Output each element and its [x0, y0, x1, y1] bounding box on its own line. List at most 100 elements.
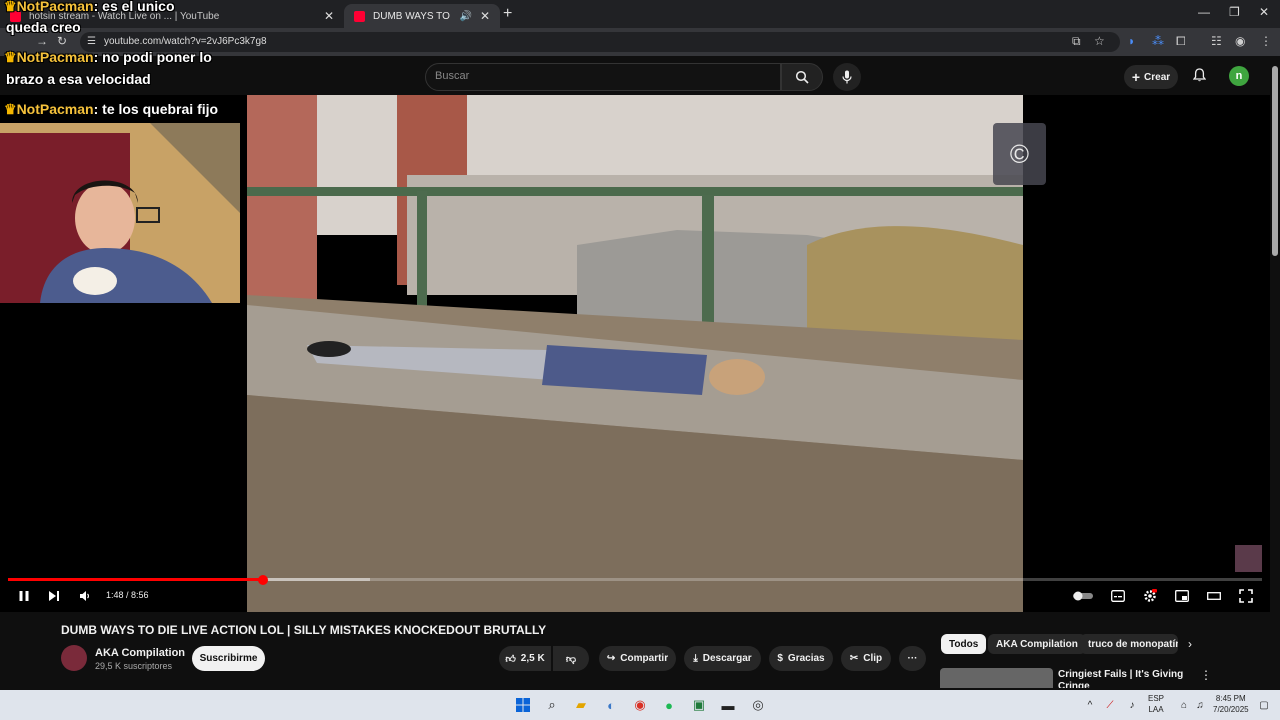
progress-scrubber-handle[interactable] — [257, 575, 268, 585]
crown-icon: ♛ — [4, 101, 17, 117]
edge-icon[interactable]: ◐ — [601, 695, 621, 715]
chat-message: ♛NotPacman: no podi poner lo — [4, 49, 212, 65]
chrome-icon[interactable]: ◉ — [630, 695, 650, 715]
volume-tray-icon[interactable]: ♫ — [1190, 695, 1210, 715]
tray-overflow-icon[interactable]: ^ — [1080, 695, 1100, 715]
subscriber-count: 29,5 K suscriptores — [95, 661, 173, 671]
tray-mic-icon[interactable]: ♪ — [1122, 695, 1142, 715]
time-display: 1:48 / 8:56 — [106, 590, 149, 600]
browser-menu-icon[interactable]: ⋮ — [1260, 34, 1272, 48]
crown-icon: ♛ — [4, 49, 17, 65]
tab-title: DUMB WAYS TO DIE LIVE A — [373, 10, 453, 22]
excel-icon[interactable]: ▣ — [689, 695, 709, 715]
subscribe-button[interactable]: Suscribirme — [192, 646, 265, 671]
windows-start-icon[interactable] — [513, 695, 533, 715]
crown-icon: ♛ — [4, 0, 17, 14]
reload-icon[interactable]: ↻ — [57, 34, 67, 48]
extension-icon[interactable]: ◗ — [1128, 34, 1135, 48]
channel-avatar[interactable] — [61, 645, 87, 671]
share-button[interactable]: ↪ Compartir — [599, 646, 676, 671]
bookmark-star-icon[interactable]: ☆ — [1094, 34, 1105, 48]
recommendation-thumbnail[interactable] — [940, 668, 1053, 688]
scissors-icon: ✂ — [849, 653, 859, 664]
dislike-button[interactable]: 👎︎ — [553, 646, 589, 671]
chat-message: ♛NotPacman: te los quebrai fijo — [4, 101, 219, 117]
thumbs-up-icon: 👍︎ — [505, 653, 516, 665]
chat-message-continued: queda creo — [6, 19, 81, 35]
profile-icon[interactable]: ◉ — [1235, 34, 1245, 48]
spotify-icon[interactable]: ● — [659, 695, 679, 715]
new-tab-icon[interactable]: + — [503, 5, 512, 23]
tab-video[interactable]: DUMB WAYS TO DIE LIVE A 🔊 ✕ — [344, 4, 500, 28]
video-scene-image — [247, 95, 1023, 612]
cast-icon[interactable]: ⧉ — [1072, 34, 1081, 49]
speaker-icon[interactable]: 🔊 — [459, 11, 471, 22]
voice-search-button[interactable] — [833, 63, 861, 91]
file-explorer-icon[interactable]: ▰ — [571, 695, 591, 715]
gear-icon — [1144, 589, 1157, 602]
chip-all[interactable]: Todos — [941, 634, 987, 654]
channel-name[interactable]: AKA Compilation — [95, 647, 185, 659]
search-button[interactable] — [781, 63, 823, 91]
taskbar-search-icon[interactable]: ⌕ — [542, 695, 562, 715]
search-icon — [795, 70, 809, 84]
tab-search-icon[interactable]: ☷ — [1211, 34, 1222, 48]
notification-center-icon[interactable]: ▢ — [1254, 695, 1274, 715]
tab-close-icon[interactable]: ✕ — [480, 9, 490, 23]
end-card-thumbnail[interactable] — [1235, 545, 1262, 572]
webcam-image — [0, 123, 240, 303]
channel-watermark-logo[interactable]: © — [993, 123, 1046, 185]
close-window-icon[interactable]: ✕ — [1259, 5, 1269, 19]
translate-icon[interactable]: ⁂ — [1152, 34, 1164, 48]
pause-icon — [19, 591, 29, 601]
progress-played — [8, 578, 263, 581]
streamer-webcam-overlay — [0, 123, 240, 303]
obs-icon[interactable]: ◎ — [748, 695, 768, 715]
fullscreen-icon — [1239, 589, 1253, 603]
minimize-icon[interactable]: — — [1198, 5, 1210, 19]
clip-button[interactable]: ✂ Clip — [841, 646, 891, 671]
user-avatar[interactable]: n — [1229, 66, 1249, 86]
chevron-right-icon[interactable]: › — [1188, 637, 1192, 651]
theater-mode-button[interactable] — [1205, 588, 1223, 604]
microphone-icon — [842, 70, 852, 84]
restore-icon[interactable]: ❐ — [1229, 5, 1240, 19]
share-arrow-icon: ↪ — [606, 653, 616, 664]
create-button[interactable]: + Crear — [1124, 65, 1178, 89]
theater-icon — [1207, 592, 1221, 600]
keyboard-language[interactable]: ESP LAA — [1148, 693, 1164, 715]
terminal-icon[interactable]: ▬ — [718, 695, 738, 715]
chat-message: ♛NotPacman: es el unico — [4, 0, 175, 14]
fullscreen-button[interactable] — [1237, 588, 1255, 604]
more-horizontal-icon: ··· — [907, 653, 918, 664]
chip-channel[interactable]: AKA Compilation — [988, 634, 1086, 654]
next-button[interactable] — [46, 588, 62, 604]
subtitles-button[interactable] — [1109, 588, 1127, 604]
autoplay-toggle[interactable] — [1072, 588, 1094, 604]
thanks-button[interactable]: $ Gracias — [769, 646, 833, 671]
recommendation-title[interactable]: Cringiest Fails | It's Giving Cringe — [1058, 669, 1188, 688]
site-info-icon[interactable]: ☰ — [87, 36, 96, 47]
pause-button[interactable] — [16, 588, 32, 604]
scrollbar-thumb[interactable] — [1272, 66, 1278, 256]
autoplay-toggle-icon — [1073, 591, 1093, 601]
taskbar-clock[interactable]: 8:45 PM 7/20/2025 — [1213, 693, 1249, 715]
url-text[interactable]: youtube.com/watch?v=2vJ6Pc3k7g8 — [104, 36, 267, 47]
search-input[interactable]: Buscar — [425, 63, 781, 91]
settings-button[interactable] — [1141, 588, 1159, 604]
forward-icon[interactable]: → — [36, 34, 48, 48]
video-frame[interactable] — [247, 95, 1023, 612]
tab-close-icon[interactable]: ✕ — [324, 9, 334, 23]
more-actions-button[interactable]: ··· — [899, 646, 926, 671]
volume-button[interactable] — [77, 588, 93, 604]
miniplayer-button[interactable] — [1173, 588, 1191, 604]
chat-message-continued: brazo a esa velocidad — [6, 71, 151, 87]
chip-topic[interactable]: truco de monopatín — [1080, 634, 1178, 654]
like-button[interactable]: 👍︎ 2,5 K — [499, 646, 551, 671]
skip-next-icon — [49, 591, 59, 601]
notifications-bell-icon[interactable] — [1192, 68, 1207, 85]
extensions-puzzle-icon[interactable]: ⧠ — [1176, 34, 1186, 49]
more-vertical-icon[interactable]: ⋮ — [1200, 668, 1212, 682]
download-button[interactable]: ⤓ Descargar — [684, 646, 761, 671]
tray-app-icon[interactable]: ⟋ — [1100, 695, 1120, 715]
